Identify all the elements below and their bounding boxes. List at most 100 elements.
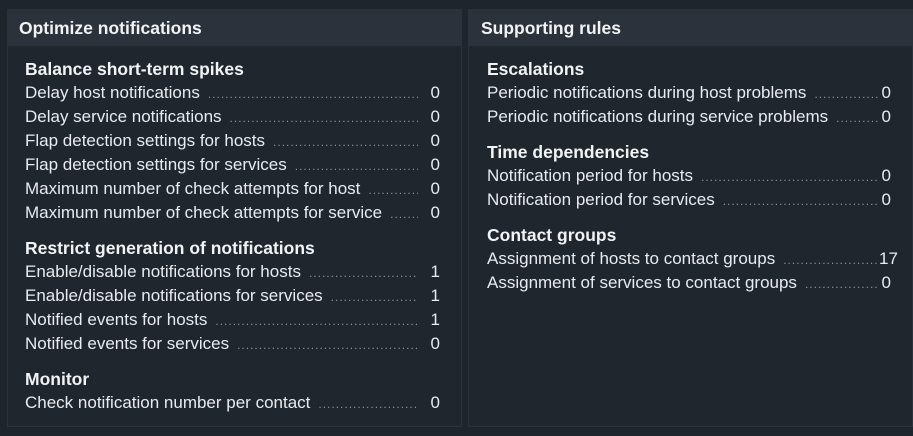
dot-leader: ........................................… xyxy=(237,338,418,352)
rule-count: 0 xyxy=(881,273,891,292)
dot-leader: ........................................… xyxy=(330,290,418,304)
section-time-dependencies: Time dependencies Notification period for… xyxy=(487,141,912,212)
rule-label: Periodic notifications during host probl… xyxy=(487,83,807,102)
rule-label: Periodic notifications during service pr… xyxy=(487,107,829,126)
rule-row: Notification period for services........… xyxy=(487,188,912,212)
rule-label: Delay service notifications xyxy=(25,107,222,126)
rule-link[interactable]: Notification period for services........… xyxy=(487,188,879,213)
dot-leader: ........................................… xyxy=(783,253,879,267)
rule-label: Notification period for hosts xyxy=(487,166,693,185)
dot-leader: ........................................… xyxy=(215,314,418,328)
rule-count: 0 xyxy=(430,203,440,222)
dot-leader: ........................................… xyxy=(390,207,418,221)
rule-link[interactable]: Notified events for hosts...............… xyxy=(25,308,418,333)
supporting-rules-panel: Supporting rules Escalations Periodic not… xyxy=(468,9,913,427)
panel-title: Supporting rules xyxy=(469,10,912,46)
rule-label: Enable/disable notifications for service… xyxy=(25,286,323,305)
rule-label: Flap detection settings for services xyxy=(25,155,287,174)
dot-leader: ........................................… xyxy=(836,111,879,125)
rule-row: Assignment of services to contact groups… xyxy=(487,271,912,295)
rule-link[interactable]: Delay host notifications................… xyxy=(25,81,418,106)
rule-count: 0 xyxy=(881,166,891,185)
rule-link[interactable]: Assignment of hosts to contact groups...… xyxy=(487,247,879,272)
rule-row: Assignment of hosts to contact groups...… xyxy=(487,247,912,271)
dot-leader: ........................................… xyxy=(207,87,418,101)
rule-count: 1 xyxy=(430,286,440,305)
rule-row: Check notification number per contact...… xyxy=(25,391,461,415)
rule-count: 0 xyxy=(430,107,440,126)
dot-leader: ........................................… xyxy=(722,194,879,208)
panel-title: Optimize notifications xyxy=(8,10,461,46)
rule-count: 0 xyxy=(430,83,440,102)
rule-link[interactable]: Maximum number of check attempts for hos… xyxy=(25,177,418,202)
rule-count: 0 xyxy=(881,190,891,209)
panel-body: Escalations Periodic notifications during… xyxy=(469,46,912,295)
section-title: Time dependencies xyxy=(487,142,650,162)
dot-leader: ........................................… xyxy=(804,277,879,291)
rule-link[interactable]: Notification period for hosts...........… xyxy=(487,164,879,189)
rule-label: Notification period for services xyxy=(487,190,715,209)
rule-row: Enable/disable notifications for hosts..… xyxy=(25,260,461,284)
rule-label: Enable/disable notifications for hosts xyxy=(25,262,301,281)
rule-row: Delay host notifications................… xyxy=(25,81,461,105)
optimize-notifications-panel: Optimize notifications Balance short-ter… xyxy=(7,9,462,427)
dot-leader: ........................................… xyxy=(294,159,418,173)
section-title: Monitor xyxy=(25,369,90,389)
dot-leader: ........................................… xyxy=(318,397,418,411)
rule-row: Notified events for services............… xyxy=(25,332,461,356)
rule-row: Maximum number of check attempts for ser… xyxy=(25,201,461,225)
rule-link[interactable]: Flap detection settings for hosts.......… xyxy=(25,129,418,154)
section-contact-groups: Contact groups Assignment of hosts to con… xyxy=(487,224,912,295)
rule-row: Flap detection settings for hosts.......… xyxy=(25,129,461,153)
section-restrict-generation-of-notifications: Restrict generation of notifications Enab… xyxy=(25,237,461,356)
rule-label: Delay host notifications xyxy=(25,83,200,102)
section-escalations: Escalations Periodic notifications during… xyxy=(487,58,912,129)
rule-label: Maximum number of check attempts for ser… xyxy=(25,203,383,222)
rule-count: 0 xyxy=(881,83,891,102)
section-title: Restrict generation of notifications xyxy=(25,238,315,258)
rule-link[interactable]: Delay service notifications.............… xyxy=(25,105,418,130)
panel-body: Balance short-term spikes Delay host noti… xyxy=(8,46,461,415)
rule-label: Flap detection settings for hosts xyxy=(25,131,266,150)
rule-label: Notified events for hosts xyxy=(25,310,208,329)
rule-row: Delay service notifications.............… xyxy=(25,105,461,129)
dot-leader: ........................................… xyxy=(229,111,418,125)
rule-label: Notified events for services xyxy=(25,334,230,353)
rule-count: 0 xyxy=(430,334,440,353)
rule-link[interactable]: Flap detection settings for services....… xyxy=(25,153,418,178)
notification-overview: Optimize notifications Balance short-ter… xyxy=(0,0,913,436)
rule-row: Periodic notifications during service pr… xyxy=(487,105,912,129)
rule-link[interactable]: Enable/disable notifications for hosts..… xyxy=(25,260,418,285)
rule-label: Check notification number per contact xyxy=(25,393,311,412)
rule-count: 0 xyxy=(430,155,440,174)
rule-label: Assignment of hosts to contact groups xyxy=(487,249,776,268)
rule-count: 0 xyxy=(430,393,440,412)
dot-leader: ........................................… xyxy=(701,170,879,184)
rule-link[interactable]: Periodic notifications during service pr… xyxy=(487,105,879,130)
dot-leader: ........................................… xyxy=(308,266,418,280)
rule-link[interactable]: Periodic notifications during host probl… xyxy=(487,81,879,106)
rule-row: Enable/disable notifications for service… xyxy=(25,284,461,308)
rule-link[interactable]: Check notification number per contact...… xyxy=(25,391,418,416)
rule-row: Notified events for hosts...............… xyxy=(25,308,461,332)
rule-count: 1 xyxy=(430,310,440,329)
section-balance-short-term-spikes: Balance short-term spikes Delay host noti… xyxy=(25,58,461,225)
rule-label: Maximum number of check attempts for hos… xyxy=(25,179,361,198)
rule-count: 1 xyxy=(430,262,440,281)
rule-link[interactable]: Enable/disable notifications for service… xyxy=(25,284,418,309)
rule-count: 0 xyxy=(430,179,440,198)
dot-leader: ........................................… xyxy=(273,135,418,149)
dot-leader: ........................................… xyxy=(368,183,418,197)
rule-link[interactable]: Notified events for services............… xyxy=(25,332,418,357)
rule-link[interactable]: Assignment of services to contact groups… xyxy=(487,271,879,296)
section-monitor: Monitor Check notification number per con… xyxy=(25,368,461,415)
dot-leader: ........................................… xyxy=(814,87,879,101)
section-title: Balance short-term spikes xyxy=(25,59,244,79)
rule-link[interactable]: Maximum number of check attempts for ser… xyxy=(25,201,418,226)
rule-row: Periodic notifications during host probl… xyxy=(487,81,912,105)
rule-count: 17 xyxy=(879,249,898,268)
rule-count: 0 xyxy=(881,107,891,126)
rule-row: Maximum number of check attempts for hos… xyxy=(25,177,461,201)
rule-count: 0 xyxy=(430,131,440,150)
rule-label: Assignment of services to contact groups xyxy=(487,273,797,292)
